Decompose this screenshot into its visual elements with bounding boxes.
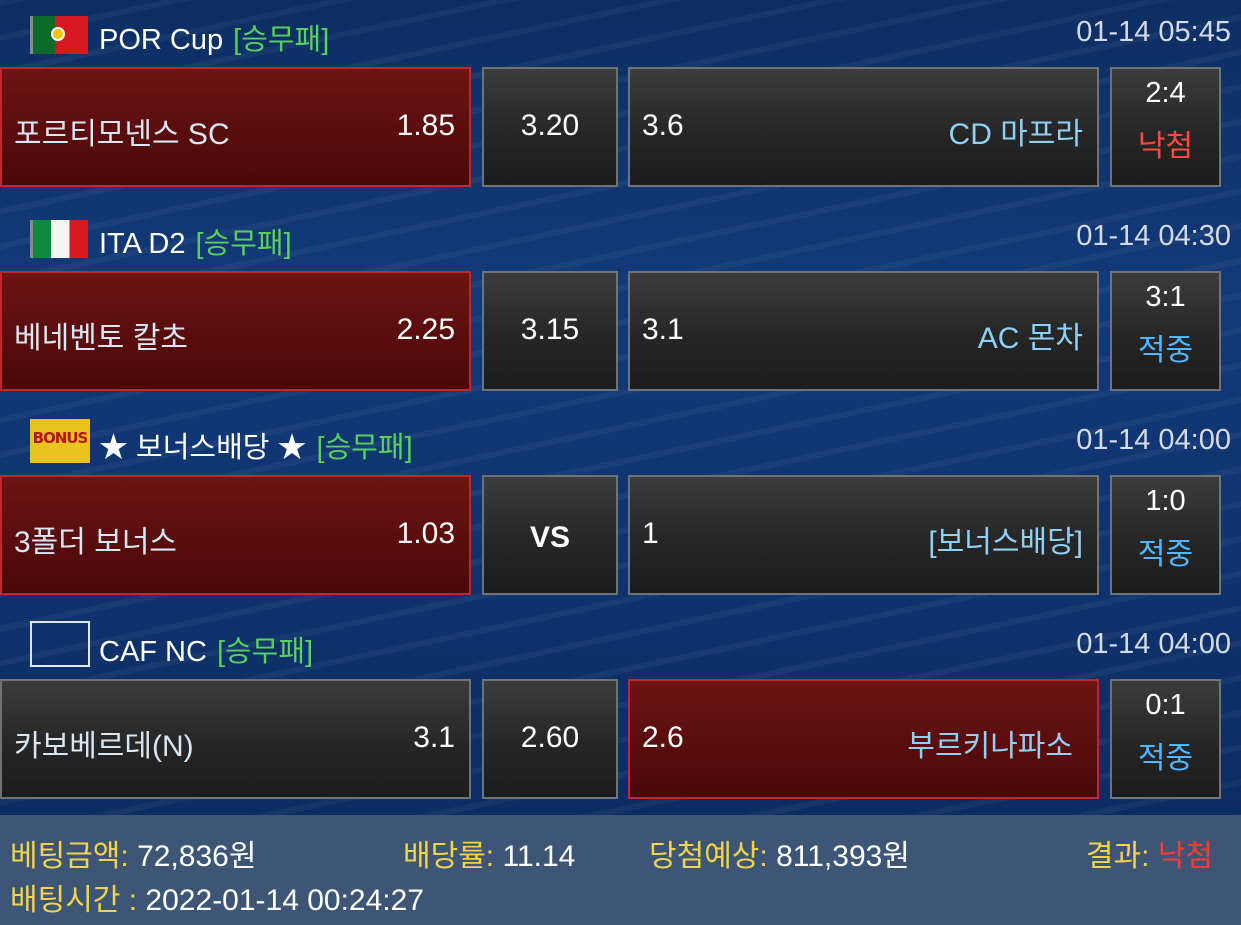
total-odds: 배당률: 11.14 bbox=[403, 831, 575, 875]
home-odds: 2.25 bbox=[396, 313, 455, 346]
draw-odds-button[interactable]: 3.15 bbox=[482, 271, 618, 391]
result-status: 낙첨 bbox=[1137, 130, 1194, 163]
odds-label: 배당률: bbox=[403, 840, 495, 873]
bet-amount: 베팅금액: 72,836원 bbox=[10, 831, 256, 875]
away-odds: 3.1 bbox=[642, 313, 684, 346]
away-team-name: CD 마프라 bbox=[948, 118, 1083, 151]
match-score: 0:1 bbox=[1145, 689, 1186, 721]
away-odds: 2.6 bbox=[642, 721, 684, 754]
home-team-name: 3폴더 보너스 bbox=[14, 526, 178, 559]
match-score: 2:4 bbox=[1145, 77, 1186, 109]
result-box: 3:1 적중 bbox=[1110, 271, 1221, 391]
odds-value: 11.14 bbox=[502, 840, 576, 873]
away-odds-button[interactable]: 1 [보너스배당] bbox=[628, 475, 1099, 595]
draw-odds: 3.20 bbox=[520, 109, 580, 142]
draw-odds-button[interactable]: VS bbox=[482, 475, 618, 595]
result-label: 결과: bbox=[1085, 840, 1150, 873]
italy-flag-icon bbox=[30, 220, 88, 258]
home-odds-button[interactable]: 베네벤토 칼초 2.25 bbox=[0, 271, 471, 391]
league-title: ITA D2 [승무패] bbox=[99, 220, 292, 262]
league-name: ★ 보너스배당 ★ bbox=[99, 432, 307, 464]
away-team-name: AC 몬차 bbox=[977, 322, 1083, 355]
result-box: 0:1 적중 bbox=[1110, 679, 1221, 799]
home-odds-button[interactable]: 카보베르데(N) 3.1 bbox=[0, 679, 471, 799]
expected-value: 811,393원 bbox=[776, 840, 910, 873]
result-value: 낙첨 bbox=[1157, 840, 1213, 873]
home-odds: 1.85 bbox=[396, 109, 455, 142]
home-odds-button[interactable]: 포르티모넨스 SC 1.85 bbox=[0, 67, 471, 187]
bet-type-tag: [승무패] bbox=[233, 24, 330, 56]
vs-label: VS bbox=[529, 521, 571, 554]
result-status: 적중 bbox=[1137, 334, 1194, 367]
bonus-badge-icon: BONUS bbox=[30, 419, 90, 463]
match-datetime: 01-14 05:45 bbox=[1076, 16, 1231, 48]
league-title: CAF NC [승무패] bbox=[99, 628, 313, 670]
away-team-name: 부르키나파소 bbox=[907, 730, 1073, 763]
match-datetime: 01-14 04:00 bbox=[1076, 628, 1231, 660]
home-odds: 1.03 bbox=[396, 517, 455, 550]
draw-odds-button[interactable]: 3.20 bbox=[482, 67, 618, 187]
bet-time: 배팅시간 : 2022-01-14 00:24:27 bbox=[10, 875, 424, 919]
bet-type-tag: [승무패] bbox=[195, 228, 292, 260]
draw-odds: 3.15 bbox=[520, 313, 580, 346]
match-header: BONUS ★ 보너스배당 ★ [승무패] 01-14 04:00 bbox=[0, 411, 1241, 471]
match-row: 베네벤토 칼초 2.25 3.15 3.1 AC 몬차 3:1 적중 bbox=[0, 271, 1241, 391]
home-odds-button[interactable]: 3폴더 보너스 1.03 bbox=[0, 475, 471, 595]
match-datetime: 01-14 04:30 bbox=[1076, 220, 1231, 252]
match-datetime: 01-14 04:00 bbox=[1076, 424, 1231, 456]
home-team-name: 포르티모넨스 SC bbox=[14, 118, 230, 151]
draw-odds: 2.60 bbox=[520, 721, 580, 754]
bet-time-value: 2022-01-14 00:24:27 bbox=[145, 884, 424, 917]
home-team-name: 카보베르데(N) bbox=[14, 730, 194, 763]
league-title: POR Cup [승무패] bbox=[99, 16, 329, 58]
bet-amount-label: 베팅금액: bbox=[10, 840, 129, 873]
expected-label: 당첨예상: bbox=[649, 840, 768, 873]
bet-type-tag: [승무패] bbox=[216, 636, 314, 668]
match-row: 3폴더 보너스 1.03 VS 1 [보너스배당] 1:0 적중 bbox=[0, 475, 1241, 595]
result-box: 1:0 적중 bbox=[1110, 475, 1221, 595]
league-name: POR Cup bbox=[99, 24, 224, 56]
away-odds: 1 bbox=[642, 517, 659, 550]
league-name: CAF NC bbox=[99, 636, 207, 668]
expected-win: 당첨예상: 811,393원 bbox=[649, 831, 910, 875]
result-box: 2:4 낙첨 bbox=[1110, 67, 1221, 187]
away-odds-button[interactable]: 2.6 부르키나파소 bbox=[628, 679, 1099, 799]
match-header: ITA D2 [승무패] 01-14 04:30 bbox=[0, 207, 1241, 267]
away-odds-button[interactable]: 3.1 AC 몬차 bbox=[628, 271, 1099, 391]
match-row: 포르티모넨스 SC 1.85 3.20 3.6 CD 마프라 2:4 낙첨 bbox=[0, 67, 1241, 187]
match-header: POR Cup [승무패] 01-14 05:45 bbox=[0, 3, 1241, 63]
league-name: ITA D2 bbox=[99, 228, 186, 260]
match-score: 3:1 bbox=[1145, 281, 1186, 313]
bet-summary: 베팅금액: 72,836원 배당률: 11.14 당첨예상: 811,393원 … bbox=[0, 815, 1241, 925]
away-team-name: [보너스배당] bbox=[928, 526, 1083, 559]
bet-amount-value: 72,836원 bbox=[137, 840, 257, 873]
match-score: 1:0 bbox=[1145, 485, 1186, 517]
away-odds-button[interactable]: 3.6 CD 마프라 bbox=[628, 67, 1099, 187]
match-header: CAF NC [승무패] 01-14 04:00 bbox=[0, 615, 1241, 675]
away-odds: 3.6 bbox=[642, 109, 684, 142]
home-team-name: 베네벤토 칼초 bbox=[14, 322, 188, 355]
portugal-flag-icon bbox=[30, 16, 88, 54]
league-title: ★ 보너스배당 ★ [승무패] bbox=[99, 424, 413, 466]
draw-odds-button[interactable]: 2.60 bbox=[482, 679, 618, 799]
home-odds: 3.1 bbox=[413, 721, 455, 754]
bet-type-tag: [승무패] bbox=[316, 432, 413, 464]
bet-time-label: 배팅시간 : bbox=[10, 884, 138, 917]
result-status: 적중 bbox=[1137, 538, 1194, 571]
blank-flag-icon bbox=[30, 621, 90, 667]
result-status: 적중 bbox=[1137, 742, 1194, 775]
bet-result: 결과: 낙첨 bbox=[1086, 831, 1213, 875]
match-row: 카보베르데(N) 3.1 2.60 2.6 부르키나파소 0:1 적중 bbox=[0, 679, 1241, 799]
